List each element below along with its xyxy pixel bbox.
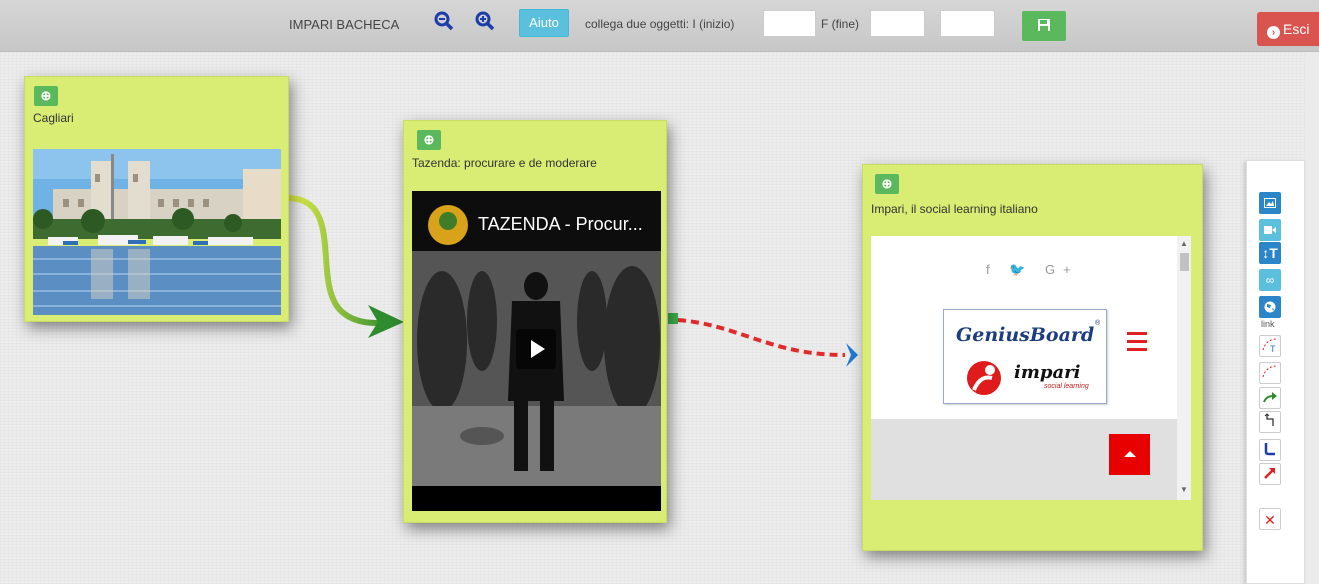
end-label: F (fine) <box>821 17 860 31</box>
scroll-down-icon[interactable]: ▼ <box>1180 485 1188 494</box>
end-input[interactable] <box>870 10 925 37</box>
card-title: Tazenda: procurare e de moderare <box>412 156 597 170</box>
website-embed[interactable]: f 🐦 G+ GeniusBoard ® impari social learn… <box>871 236 1191 500</box>
menu-icon[interactable] <box>1127 332 1147 356</box>
scrollbar[interactable]: ▲ ▼ <box>1177 236 1191 500</box>
blue-arrowhead <box>846 343 858 367</box>
arrow-red-icon[interactable] <box>1259 463 1281 485</box>
red-dashed-connector <box>677 318 846 357</box>
geniusboard-logo: GeniusBoard ® impari social learning <box>943 309 1107 404</box>
green-connector <box>286 195 393 327</box>
start-input[interactable] <box>763 10 816 37</box>
exit-icon: › <box>1267 26 1280 39</box>
logo-subtitle: social learning <box>1044 383 1089 390</box>
card-cagliari[interactable]: ⊕ Cagliari <box>24 76 289 322</box>
scroll-up-icon[interactable]: ▲ <box>1180 239 1188 248</box>
exit-label: Esci <box>1283 21 1310 37</box>
delete-icon[interactable]: ✕ <box>1259 508 1281 530</box>
svg-text:T: T <box>1270 344 1276 354</box>
board-title: IMPARI BACHECA <box>289 17 400 32</box>
impari-logo-icon <box>967 361 1001 395</box>
video-title: TAZENDA - Procur... <box>478 214 643 234</box>
globe-icon[interactable] <box>1259 296 1281 318</box>
save-icon <box>1038 19 1050 31</box>
card-zoom-icon[interactable]: ⊕ <box>34 86 58 106</box>
curve-text-icon[interactable]: T <box>1259 335 1281 357</box>
extra-input[interactable] <box>940 10 995 37</box>
save-button[interactable] <box>1022 11 1066 41</box>
card-title: Impari, il social learning italiano <box>871 202 1038 216</box>
right-scroll-strip <box>1305 52 1319 584</box>
link-objects-label: collega due oggetti: I (inizio) <box>585 17 735 31</box>
video-player[interactable]: TAZENDA - Procur... <box>412 191 661 511</box>
exit-button[interactable]: › Esci <box>1257 12 1319 46</box>
card-zoom-icon[interactable]: ⊕ <box>417 130 441 150</box>
elbow-icon[interactable] <box>1259 439 1281 461</box>
tool-palette: ↕T ∞ link T ✕ <box>1246 160 1305 584</box>
card-title: Cagliari <box>33 111 74 125</box>
logo-mark: ® <box>1095 320 1101 327</box>
zoom-in-icon[interactable] <box>474 11 496 33</box>
card-zoom-icon[interactable]: ⊕ <box>875 174 899 194</box>
cagliari-photo <box>33 149 281 315</box>
video-icon[interactable] <box>1259 219 1281 241</box>
card-impari[interactable]: ⊕ Impari, il social learning italiano f … <box>862 164 1203 551</box>
link-icon[interactable]: ∞ <box>1259 269 1281 291</box>
text-icon[interactable]: ↕T <box>1259 242 1281 264</box>
step-icon[interactable] <box>1259 411 1281 433</box>
card-tazenda[interactable]: ⊕ Tazenda: procurare e de moderare TAZEN… <box>403 120 667 523</box>
logo-top-text: GeniusBoard <box>956 324 1095 346</box>
scroll-top-button[interactable] <box>1109 434 1150 475</box>
scroll-thumb[interactable] <box>1180 253 1189 271</box>
connector-handle <box>668 313 678 324</box>
help-button[interactable]: Aiuto <box>519 9 569 37</box>
arrow-green-icon[interactable] <box>1259 387 1281 409</box>
top-toolbar: IMPARI BACHECA Aiuto collega due oggetti… <box>0 0 1319 52</box>
zoom-out-icon[interactable] <box>433 11 455 33</box>
curve-dashed-icon[interactable] <box>1259 362 1281 384</box>
social-icons[interactable]: f 🐦 G+ <box>986 262 1079 278</box>
play-icon[interactable] <box>516 329 556 369</box>
palette-link-label: link <box>1261 319 1275 329</box>
logo-bottom-text: impari <box>1014 362 1081 383</box>
image-icon[interactable] <box>1259 192 1281 214</box>
